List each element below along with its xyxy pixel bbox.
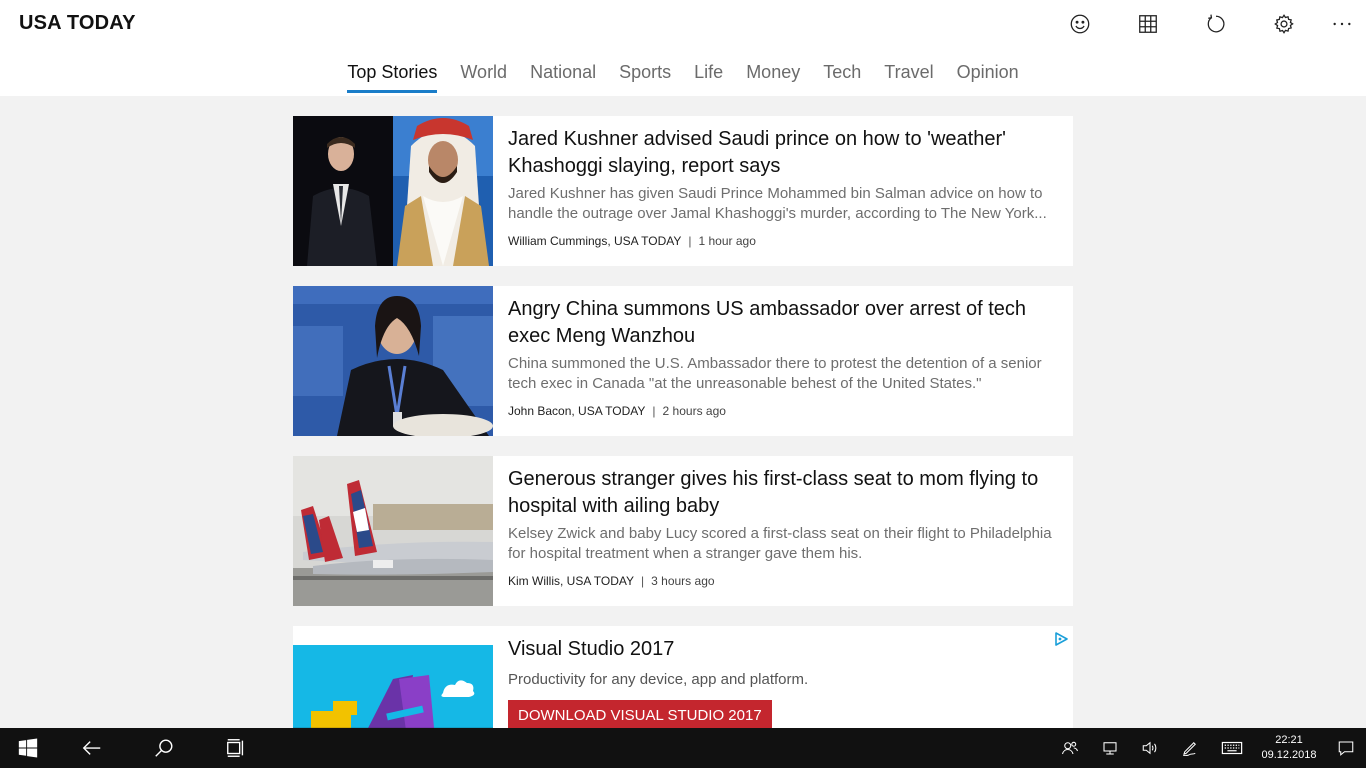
- refresh-icon[interactable]: [1182, 4, 1250, 44]
- keyboard-icon[interactable]: [1210, 728, 1254, 768]
- ad-image: [293, 645, 493, 738]
- volume-icon[interactable]: [1130, 728, 1170, 768]
- network-icon[interactable]: [1090, 728, 1130, 768]
- story-headline: Angry China summons US ambassador over a…: [508, 298, 1026, 347]
- story-feed: Jared Kushner advised Saudi prince on ho…: [293, 116, 1073, 738]
- story-headline: Generous stranger gives his first-class …: [508, 468, 1039, 517]
- tab-money[interactable]: Money: [746, 58, 800, 93]
- story-time: 2 hours ago: [662, 404, 726, 418]
- settings-icon[interactable]: [1250, 4, 1318, 44]
- story-summary: China summoned the U.S. Ambassador there…: [508, 355, 1042, 392]
- clock-date: 09.12.2018: [1261, 749, 1317, 761]
- meta-separator: |: [641, 574, 645, 588]
- back-arrow-icon[interactable]: [56, 728, 128, 768]
- tab-travel[interactable]: Travel: [884, 58, 933, 93]
- story-card[interactable]: Angry China summons US ambassador over a…: [293, 286, 1073, 436]
- meta-separator: |: [688, 234, 692, 248]
- ad-description: Productivity for any device, app and pla…: [508, 671, 809, 688]
- story-image: [293, 456, 493, 606]
- pen-icon[interactable]: [1170, 728, 1210, 768]
- taskbar: 22:21 09.12.2018: [0, 728, 1366, 768]
- windows-start-icon[interactable]: [0, 728, 56, 768]
- notification-icon[interactable]: [1326, 728, 1366, 768]
- story-image: [293, 286, 493, 436]
- story-author: John Bacon, USA TODAY: [508, 404, 646, 418]
- tab-national[interactable]: National: [530, 58, 596, 93]
- tab-opinion[interactable]: Opinion: [957, 58, 1019, 93]
- tab-tech[interactable]: Tech: [823, 58, 861, 93]
- search-icon[interactable]: [128, 728, 200, 768]
- story-time: 3 hours ago: [651, 574, 715, 588]
- system-clock[interactable]: 22:21 09.12.2018: [1258, 733, 1320, 763]
- header-toolbar: [1046, 4, 1366, 44]
- story-summary: Jared Kushner has given Saudi Prince Moh…: [508, 185, 1047, 222]
- story-author: William Cummings, USA TODAY: [508, 234, 682, 248]
- tab-sports[interactable]: Sports: [619, 58, 671, 93]
- category-tabs: Top Stories World National Sports Life M…: [0, 58, 1366, 93]
- more-icon[interactable]: [1318, 4, 1366, 44]
- grid-icon[interactable]: [1114, 4, 1182, 44]
- story-time: 1 hour ago: [698, 234, 756, 248]
- story-author: Kim Willis, USA TODAY: [508, 574, 635, 588]
- clock-time: 22:21: [1275, 734, 1303, 746]
- tab-world[interactable]: World: [460, 58, 507, 93]
- app-header: USA TODAY Top Stories World National Spo…: [0, 0, 1366, 96]
- story-summary: Kelsey Zwick and baby Lucy scored a firs…: [508, 525, 1052, 562]
- meta-separator: |: [652, 404, 656, 418]
- app-title: USA TODAY: [19, 12, 136, 34]
- story-meta: Kim Willis, USA TODAY | 3 hours ago: [508, 574, 1053, 588]
- story-card[interactable]: Jared Kushner advised Saudi prince on ho…: [293, 116, 1073, 266]
- smiley-icon[interactable]: [1046, 4, 1114, 44]
- people-icon[interactable]: [1050, 728, 1090, 768]
- tab-top-stories[interactable]: Top Stories: [347, 58, 438, 93]
- task-view-icon[interactable]: [200, 728, 272, 768]
- ad-title: Visual Studio 2017: [508, 638, 675, 660]
- story-image: [293, 116, 493, 266]
- tab-life[interactable]: Life: [694, 58, 723, 93]
- story-meta: John Bacon, USA TODAY | 2 hours ago: [508, 404, 1053, 418]
- story-meta: William Cummings, USA TODAY | 1 hour ago: [508, 234, 1053, 248]
- story-card[interactable]: Generous stranger gives his first-class …: [293, 456, 1073, 606]
- ad-choices-icon[interactable]: [1053, 631, 1069, 647]
- ad-card[interactable]: Visual Studio 2017 Productivity for any …: [293, 626, 1073, 738]
- story-headline: Jared Kushner advised Saudi prince on ho…: [508, 128, 1006, 177]
